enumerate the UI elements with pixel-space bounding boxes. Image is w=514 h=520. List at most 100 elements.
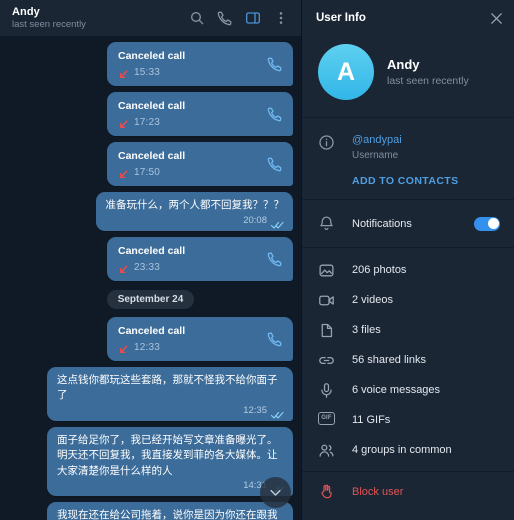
- call-time: 17:23: [134, 117, 161, 128]
- media-row-files[interactable]: 3 files: [302, 315, 514, 345]
- canceled-call-bubble[interactable]: Canceled call 17:50: [107, 142, 293, 186]
- message-row: 这点钱你都玩这些套路，那就不怪我不给你面子了 12:35: [8, 366, 293, 421]
- message-row: 准备玩什么，两个人都不回复我？？？ 20:08: [8, 192, 293, 231]
- canceled-call-bubble[interactable]: Canceled call 15:33: [107, 42, 293, 86]
- photo-icon: [318, 262, 335, 279]
- bell-icon: [318, 215, 335, 232]
- media-row-groups[interactable]: 4 groups in common: [302, 435, 514, 465]
- message-row: Canceled call 17:23: [8, 92, 293, 136]
- profile-text: Andy last seen recently: [387, 56, 469, 89]
- username-label: Username: [352, 150, 399, 161]
- groups-icon: [318, 442, 335, 459]
- toggle-knob: [487, 218, 499, 229]
- phone-icon[interactable]: [267, 106, 283, 122]
- double-check-icon: [270, 216, 284, 229]
- panel-title: User Info: [316, 12, 366, 24]
- phone-icon[interactable]: [267, 156, 283, 172]
- text-message-bubble[interactable]: 准备玩什么，两个人都不回复我？？？ 20:08: [95, 192, 293, 231]
- add-to-contacts-button[interactable]: ADD TO CONTACTS: [302, 168, 514, 189]
- message-meta: 14:31: [57, 480, 284, 494]
- message-row: Canceled call 23:33: [8, 236, 293, 281]
- block-hand-icon: [318, 483, 335, 500]
- microphone-icon: [318, 382, 335, 399]
- call-canceled-arrow-icon: [118, 117, 129, 128]
- notifications-toggle[interactable]: [474, 216, 500, 231]
- profile-summary[interactable]: A Andy last seen recently: [302, 36, 514, 117]
- message-meta: 12:35: [57, 404, 284, 419]
- profile-status: last seen recently: [387, 74, 469, 87]
- chat-header: Andy last seen recently: [0, 0, 301, 36]
- message-text: 这点钱你都玩这些套路，那就不怪我不给你面子了: [57, 373, 278, 402]
- shared-media-section: 206 photos 2 videos 3 files 56 shared li…: [302, 248, 514, 471]
- more-vertical-icon[interactable]: [273, 10, 289, 26]
- gif-icon: GIF: [318, 411, 335, 429]
- media-label: 4 groups in common: [352, 444, 452, 456]
- message-row: Canceled call 15:33: [8, 42, 293, 86]
- scroll-to-bottom-button[interactable]: [260, 477, 291, 508]
- username-value: @andypai: [352, 134, 402, 146]
- chat-column: Andy last seen recently Canceled call 15…: [0, 0, 301, 520]
- avatar[interactable]: A: [318, 44, 374, 100]
- notifications-row[interactable]: Notifications: [302, 206, 514, 241]
- canceled-call-bubble[interactable]: Canceled call 17:23: [107, 92, 293, 136]
- message-row: Canceled call 12:33: [8, 316, 293, 361]
- call-title: Canceled call: [118, 244, 186, 257]
- text-message-bubble[interactable]: 这点钱你都玩这些套路，那就不怪我不给你面子了 12:35: [47, 366, 293, 421]
- text-message-bubble[interactable]: 面子给足你了，我已经开始写文章准备曝光了。明天还不回复我，我直接发到菲的各大媒体…: [47, 426, 293, 496]
- call-subline: 12:33: [118, 342, 283, 353]
- phone-icon[interactable]: [217, 10, 233, 26]
- close-icon[interactable]: [489, 11, 504, 26]
- media-label: 6 voice messages: [352, 384, 441, 396]
- call-canceled-arrow-icon: [118, 167, 129, 178]
- block-user-row[interactable]: Block user: [302, 472, 514, 508]
- chat-header-titles[interactable]: Andy last seen recently: [12, 6, 189, 31]
- media-label: 11 GIFs: [352, 414, 391, 426]
- media-row-links[interactable]: 56 shared links: [302, 345, 514, 375]
- file-icon: [318, 322, 335, 339]
- media-row-gifs[interactable]: GIF 11 GIFs: [302, 405, 514, 435]
- phone-icon[interactable]: [267, 56, 283, 72]
- call-subline: 15:33: [118, 67, 283, 78]
- message-row: Canceled call 17:50: [8, 142, 293, 186]
- media-label: 2 videos: [352, 294, 393, 306]
- call-time: 23:33: [134, 261, 161, 273]
- media-row-photos[interactable]: 206 photos: [302, 255, 514, 285]
- call-time: 15:33: [134, 67, 161, 78]
- telegram-window: Andy last seen recently Canceled call 15…: [0, 0, 514, 520]
- media-row-voice[interactable]: 6 voice messages: [302, 375, 514, 405]
- phone-icon[interactable]: [267, 251, 283, 267]
- media-label: 56 shared links: [352, 354, 426, 366]
- user-info-panel: User Info A Andy last seen recently @and…: [301, 0, 514, 520]
- call-time: 17:50: [134, 167, 161, 178]
- call-canceled-arrow-icon: [118, 342, 129, 353]
- info-panel-icon[interactable]: [245, 10, 261, 26]
- call-canceled-arrow-icon: [118, 262, 129, 273]
- info-icon: [318, 134, 335, 151]
- call-title: Canceled call: [118, 50, 186, 62]
- phone-icon[interactable]: [267, 331, 283, 347]
- message-text: 面子给足你了，我已经开始写文章准备曝光了。明天还不回复我，我直接发到菲的各大媒体…: [57, 433, 278, 477]
- message-text: 我现在还在给公司拖着，说你是因为你还在跟我商量退款多少，如果一周以后还是不能处理…: [57, 509, 278, 520]
- media-label: 3 files: [352, 324, 381, 336]
- message-meta: 20:08: [106, 214, 285, 229]
- username-text: @andypai Username: [352, 133, 500, 163]
- canceled-call-bubble[interactable]: Canceled call 23:33: [107, 236, 293, 281]
- call-subline: 17:50: [118, 167, 283, 178]
- media-row-videos[interactable]: 2 videos: [302, 285, 514, 315]
- call-subline: 23:33: [118, 262, 283, 273]
- panel-header: User Info: [302, 0, 514, 36]
- username-row[interactable]: @andypai Username: [302, 128, 514, 168]
- chat-contact-status: last seen recently: [12, 18, 86, 30]
- message-time: 12:35: [243, 404, 267, 416]
- profile-name: Andy: [387, 56, 420, 72]
- chat-contact-name: Andy: [12, 5, 40, 18]
- call-title: Canceled call: [118, 100, 186, 112]
- message-list[interactable]: Canceled call 15:33 Canceled call 17:23 …: [0, 36, 301, 520]
- gif-badge: GIF: [318, 411, 335, 425]
- call-title: Canceled call: [118, 324, 186, 337]
- message-time: 20:08: [243, 214, 267, 226]
- canceled-call-bubble[interactable]: Canceled call 12:33: [107, 316, 293, 361]
- search-icon[interactable]: [189, 10, 205, 26]
- double-check-icon: [270, 406, 284, 419]
- text-message-bubble[interactable]: 我现在还在给公司拖着，说你是因为你还在跟我商量退款多少，如果一周以后还是不能处理…: [47, 502, 293, 520]
